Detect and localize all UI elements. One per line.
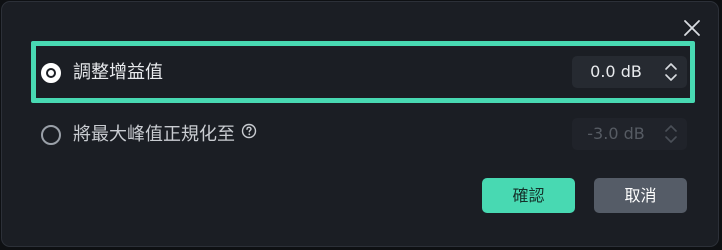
gain-value[interactable]: 0.0 dB xyxy=(572,56,660,88)
adjust-gain-radio[interactable] xyxy=(41,63,61,83)
option-adjust-gain[interactable]: 調整增益值 0.0 dB xyxy=(31,41,695,103)
adjust-gain-label[interactable]: 調整增益值 xyxy=(73,61,163,85)
normalize-peak-radio[interactable] xyxy=(41,125,61,145)
peak-stepper: -3.0 dB xyxy=(572,118,687,150)
normalize-peak-label[interactable]: 將最大峰值正規化至 xyxy=(73,124,235,145)
chevron-down-icon xyxy=(665,136,677,143)
confirm-button[interactable]: 確認 xyxy=(482,178,575,213)
peak-stepper-arrows xyxy=(660,122,682,146)
gain-increase-button[interactable] xyxy=(664,61,678,71)
gain-decrease-button[interactable] xyxy=(664,73,678,83)
cancel-button[interactable]: 取消 xyxy=(594,178,687,213)
peak-value: -3.0 dB xyxy=(587,124,645,143)
close-button[interactable] xyxy=(682,18,702,38)
normalize-peak-label-wrap[interactable]: 將最大峰值正規化至 xyxy=(73,123,257,147)
chevron-up-icon xyxy=(665,125,677,132)
close-icon xyxy=(684,20,700,36)
help-icon[interactable] xyxy=(241,122,257,146)
peak-decrease-button xyxy=(664,135,678,145)
chevron-down-icon xyxy=(665,74,677,81)
gain-stepper[interactable]: 0.0 dB xyxy=(572,56,687,88)
gain-stepper-arrows xyxy=(660,60,682,84)
normalize-audio-dialog: 調整增益值 0.0 dB 將最大峰值正規化至 -3.0 dB 確認 取消 xyxy=(1,1,719,247)
chevron-up-icon xyxy=(665,63,677,70)
peak-increase-button xyxy=(664,123,678,133)
option-normalize-peak[interactable]: 將最大峰值正規化至 -3.0 dB xyxy=(31,103,695,165)
